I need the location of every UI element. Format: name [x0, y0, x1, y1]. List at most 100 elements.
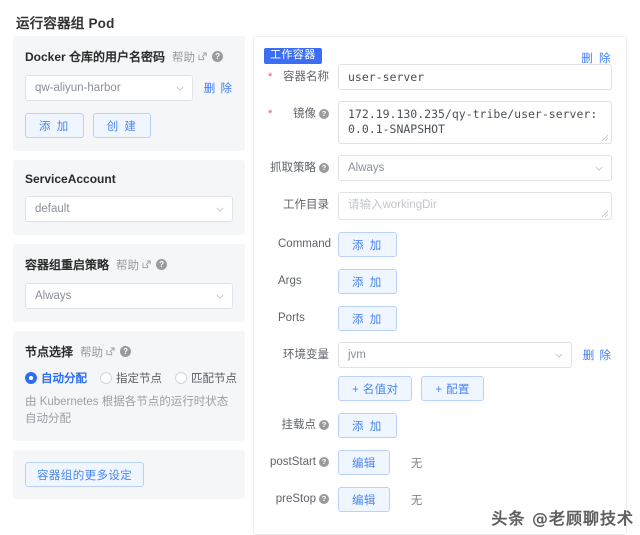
- work-container-tag: 工作容器: [264, 48, 322, 64]
- question-mark-icon[interactable]: ?: [120, 346, 132, 357]
- radio-match-node[interactable]: 匹配节点: [175, 370, 237, 386]
- more-pod-settings-button[interactable]: 容器组的更多设定: [25, 462, 145, 487]
- field-post-start-label: postStart?: [264, 449, 338, 469]
- field-ports-control: 添 加: [338, 305, 612, 331]
- working-dir-textarea[interactable]: 请输入workingDir: [338, 192, 612, 220]
- question-mark-icon[interactable]: ?: [212, 51, 224, 62]
- resize-grip-icon[interactable]: [601, 134, 609, 142]
- pull-policy-select[interactable]: Always: [338, 155, 612, 181]
- field-mounts-control: 添 加: [338, 412, 612, 438]
- restart-policy-select[interactable]: Always: [25, 283, 233, 309]
- help-link[interactable]: 帮助: [172, 49, 195, 65]
- radio-dot-icon: [25, 372, 37, 384]
- add-name-value-pair-button[interactable]: + 名值对: [338, 376, 413, 401]
- external-link-icon[interactable]: [198, 52, 207, 61]
- radio-auto-assign[interactable]: 自动分配: [25, 370, 87, 386]
- field-env-control: jvm 删 除 + 名值对 + 配置: [338, 342, 612, 401]
- card-node-selection: 节点选择 帮助 ? 自动分配 指定节点 匹配节点 由 Kubernetes 根据…: [13, 331, 245, 441]
- node-selection-radio-group: 自动分配 指定节点 匹配节点: [25, 370, 237, 386]
- env-select[interactable]: jvm: [338, 342, 572, 368]
- field-env: 环境变量 jvm 删 除 + 名值对 + 配置: [264, 342, 612, 401]
- field-working-dir: 工作目录 请输入workingDir: [264, 192, 612, 220]
- field-pull-policy-label: 抓取策略?: [264, 155, 338, 175]
- field-mounts: 挂载点? 添 加: [264, 412, 612, 438]
- field-image-control: 172.19.130.235/qy-tribe/user-server:0.0.…: [338, 101, 612, 144]
- watermark: 头条 @老顾聊技术: [491, 509, 634, 528]
- env-select-value: jvm: [348, 349, 366, 361]
- question-mark-icon[interactable]: ?: [319, 457, 329, 467]
- docker-registry-delete-link[interactable]: 删 除: [204, 80, 233, 96]
- pre-stop-value: 无: [410, 494, 423, 507]
- field-command: Command 添 加: [264, 231, 612, 257]
- field-command-label: Command: [278, 238, 332, 250]
- field-working-dir-label: 工作目录: [283, 199, 329, 211]
- service-account-select-value: default: [35, 203, 70, 215]
- chevron-down-icon: [216, 294, 224, 299]
- question-mark-icon[interactable]: ?: [156, 259, 168, 270]
- field-ports: Ports 添 加: [264, 305, 612, 331]
- add-ports-button[interactable]: 添 加: [338, 306, 397, 331]
- radio-auto-assign-label: 自动分配: [41, 373, 87, 385]
- restart-policy-select-value: Always: [35, 290, 72, 302]
- card-node-selection-label: 节点选择: [25, 345, 74, 359]
- add-config-button[interactable]: + 配置: [421, 376, 484, 401]
- service-account-select[interactable]: default: [25, 196, 233, 222]
- env-sub-buttons: + 名值对 + 配置: [338, 376, 612, 401]
- field-post-start-control: 编辑 无: [338, 449, 612, 475]
- field-command-control: 添 加: [338, 231, 612, 257]
- field-image-label-text: 镜像: [293, 108, 316, 120]
- field-container-name-control: user-server: [338, 64, 612, 90]
- question-mark-icon[interactable]: ?: [319, 109, 329, 119]
- field-working-dir-control: 请输入workingDir: [338, 192, 612, 220]
- add-registry-button[interactable]: 添 加: [25, 113, 84, 138]
- field-pull-policy-label-text: 抓取策略: [270, 162, 316, 174]
- card-restart-policy-label: 容器组重启策略: [25, 258, 110, 272]
- radio-specify-node[interactable]: 指定节点: [100, 370, 162, 386]
- create-registry-button[interactable]: 创 建: [92, 113, 152, 138]
- question-mark-icon[interactable]: ?: [319, 420, 329, 430]
- field-container-name: 容器名称 user-server: [264, 64, 612, 90]
- field-image: 镜像? 172.19.130.235/qy-tribe/user-server:…: [264, 101, 612, 144]
- edit-post-start-button[interactable]: 编辑: [338, 450, 390, 475]
- card-docker-registry: Docker 仓库的用户名密码 帮助 ? qw-aliyun-harbor 删 …: [13, 36, 245, 151]
- field-mounts-label: 挂载点?: [264, 412, 338, 432]
- card-restart-policy: 容器组重启策略 帮助 ? Always: [13, 244, 245, 322]
- field-pull-policy: 抓取策略? Always: [264, 155, 612, 181]
- env-delete-link[interactable]: 删 除: [583, 347, 612, 363]
- container-panel: 工作容器 删 除 容器名称 user-server 镜像? 172.19.130…: [253, 36, 627, 535]
- edit-pre-stop-button[interactable]: 编辑: [338, 487, 390, 512]
- field-post-start-label-text: postStart: [269, 456, 316, 468]
- docker-registry-row: qw-aliyun-harbor 删 除: [25, 75, 233, 101]
- external-link-icon[interactable]: [142, 260, 151, 269]
- container-name-input[interactable]: user-server: [338, 64, 612, 90]
- image-textarea[interactable]: 172.19.130.235/qy-tribe/user-server:0.0.…: [338, 101, 612, 144]
- field-pull-policy-control: Always: [338, 155, 612, 181]
- card-more-settings: 容器组的更多设定: [13, 450, 245, 499]
- pod-create-screen: 运行容器组 Pod Docker 仓库的用户名密码 帮助 ? qw-aliyun…: [0, 0, 640, 535]
- chevron-down-icon: [176, 86, 184, 91]
- question-mark-icon[interactable]: ?: [319, 494, 329, 504]
- help-link[interactable]: 帮助: [116, 257, 139, 273]
- add-command-button[interactable]: 添 加: [338, 232, 397, 257]
- external-link-icon[interactable]: [106, 347, 115, 356]
- resize-grip-icon[interactable]: [601, 210, 609, 218]
- docker-registry-buttons: 添 加 创 建: [25, 113, 233, 138]
- field-image-label: 镜像?: [264, 101, 338, 121]
- question-mark-icon[interactable]: ?: [319, 163, 329, 173]
- chevron-down-icon: [595, 166, 603, 171]
- add-args-button[interactable]: 添 加: [338, 269, 397, 294]
- docker-registry-select[interactable]: qw-aliyun-harbor: [25, 75, 193, 101]
- post-start-value: 无: [410, 457, 423, 470]
- node-selection-hint: 由 Kubernetes 根据各节点的运行时状态自动分配: [25, 396, 229, 425]
- field-container-name-label: 容器名称: [264, 64, 338, 84]
- add-mount-button[interactable]: 添 加: [338, 413, 397, 438]
- field-pre-stop-label: preStop?: [264, 486, 338, 506]
- field-env-label: 环境变量: [283, 349, 329, 361]
- card-docker-registry-label: Docker 仓库的用户名密码: [25, 50, 166, 64]
- working-dir-placeholder: 请输入workingDir: [348, 199, 437, 211]
- help-link[interactable]: 帮助: [80, 344, 103, 360]
- docker-registry-select-value: qw-aliyun-harbor: [35, 82, 121, 94]
- page-title: 运行容器组 Pod: [16, 16, 115, 31]
- field-post-start: postStart? 编辑 无: [264, 449, 612, 475]
- card-service-account: ServiceAccount default: [13, 160, 245, 235]
